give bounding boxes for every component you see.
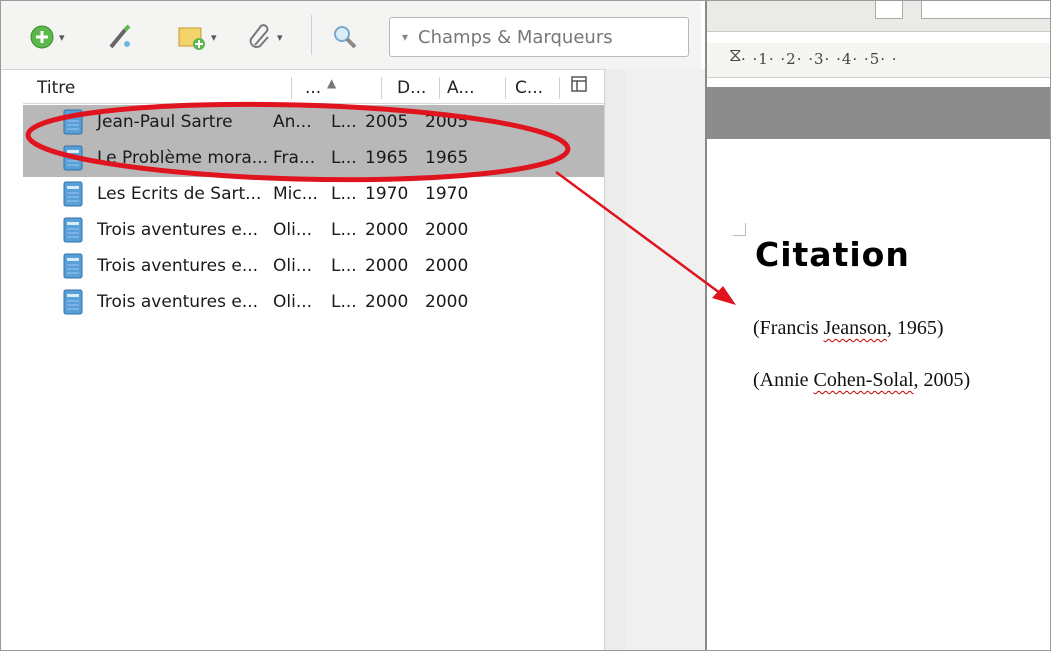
- magnifier-icon: [334, 26, 357, 49]
- cell-title: Les Ecrits de Sart...: [97, 184, 262, 204]
- cell-type: L...: [331, 220, 357, 240]
- ruler[interactable]: ⧖ · ·1· ·2· ·3· ·4· ·5· ·: [707, 43, 1050, 78]
- citation-line[interactable]: (Francis Jeanson, 1965): [753, 317, 944, 340]
- items-list: Jean-Paul Sartre An... L... 2005 2005 Le Prob…: [23, 105, 604, 321]
- citation-line[interactable]: (Annie Cohen-Solal, 2005): [753, 369, 970, 392]
- book-icon: [63, 217, 83, 243]
- book-icon: [63, 145, 83, 171]
- cell-title: Le Problème mora...: [97, 148, 268, 168]
- pane-splitter[interactable]: [625, 69, 705, 650]
- link-button[interactable]: ▾: [247, 21, 283, 53]
- book-icon: [63, 289, 83, 315]
- cell-type: L...: [331, 292, 357, 312]
- new-item-button[interactable]: ▾: [29, 21, 65, 53]
- cell-year: 2000: [425, 292, 469, 312]
- table-row[interactable]: Trois aventures e... Oli... L... 2000 2000: [23, 213, 604, 249]
- library-pane: ▾ ▾ ▾ ▾ Champs & Marqueurs Titre ... ▲ D…: [1, 1, 701, 650]
- margin-corner-mark: [733, 223, 746, 236]
- cell-date: 1970: [365, 184, 409, 204]
- book-icon: [63, 253, 83, 279]
- cell-type: L...: [331, 112, 357, 132]
- book-icon: [63, 109, 83, 135]
- paperclip-icon: [249, 24, 269, 49]
- image-add-icon: [178, 27, 205, 50]
- plus-circle-icon: [30, 25, 54, 49]
- column-title-header[interactable]: Titre: [37, 78, 75, 98]
- style-selector[interactable]: [921, 1, 1050, 19]
- table-row[interactable]: Trois aventures e... Oli... L... 2000 2000: [23, 249, 604, 285]
- cell-date: 1965: [365, 148, 409, 168]
- chevron-down-icon: ▾: [211, 30, 217, 44]
- column-divider[interactable]: [439, 77, 440, 99]
- column-divider[interactable]: [381, 77, 382, 99]
- document-toolbar: [707, 1, 1050, 32]
- table-row[interactable]: Les Ecrits de Sart... Mic... L... 1970 1970: [23, 177, 604, 213]
- cell-date: 2000: [365, 292, 409, 312]
- column-picker-icon[interactable]: [571, 76, 587, 97]
- cell-date: 2000: [365, 220, 409, 240]
- items-scrollbar[interactable]: [604, 69, 626, 650]
- cell-creator: Oli...: [273, 256, 313, 276]
- cell-year: 2005: [425, 112, 469, 132]
- cell-title: Trois aventures e...: [97, 256, 259, 276]
- column-divider[interactable]: [505, 77, 506, 99]
- cell-title: Jean-Paul Sartre: [97, 112, 233, 132]
- new-note-button[interactable]: [105, 21, 135, 53]
- cell-type: L...: [331, 148, 357, 168]
- window-frame: ▾ ▾ ▾ ▾ Champs & Marqueurs Titre ... ▲ D…: [0, 0, 1051, 651]
- page-margin-band: [707, 87, 1050, 139]
- sort-ascending-icon: ▲: [327, 76, 337, 90]
- citation-author: Cohen-Solal: [813, 369, 914, 391]
- column-divider[interactable]: [291, 77, 292, 99]
- table-row[interactable]: Le Problème mora... Fra... L... 1965 1965: [23, 141, 604, 177]
- citation-text: (Francis: [753, 317, 824, 339]
- table-row[interactable]: Jean-Paul Sartre An... L... 2005 2005: [23, 105, 604, 141]
- cell-creator: Fra...: [273, 148, 316, 168]
- table-row[interactable]: Trois aventures e... Oli... L... 2000 2000: [23, 285, 604, 321]
- cell-creator: An...: [273, 112, 312, 132]
- cell-year: 2000: [425, 256, 469, 276]
- column-date-header[interactable]: D...: [397, 78, 426, 98]
- citation-text: , 2005): [913, 369, 971, 391]
- cell-creator: Mic...: [273, 184, 318, 204]
- chevron-down-icon: ▾: [277, 30, 283, 44]
- cell-title: Trois aventures e...: [97, 292, 259, 312]
- column-creator-header[interactable]: ...: [305, 78, 321, 98]
- chevron-down-icon: ▾: [59, 30, 65, 44]
- cell-creator: Oli...: [273, 292, 313, 312]
- cell-year: 2000: [425, 220, 469, 240]
- search-mode-label: Champs & Marqueurs: [418, 26, 613, 48]
- column-divider[interactable]: [559, 77, 560, 99]
- chevron-down-icon[interactable]: ▾: [402, 30, 408, 44]
- cell-date: 2000: [365, 256, 409, 276]
- citation-heading: Citation: [755, 235, 910, 274]
- indent-marker-icon[interactable]: ⧖: [729, 45, 742, 66]
- citation-text: (Annie: [753, 369, 814, 391]
- cell-creator: Oli...: [273, 220, 313, 240]
- book-icon: [63, 181, 83, 207]
- cell-date: 2005: [365, 112, 409, 132]
- document-pane: ⧖ · ·1· ·2· ·3· ·4· ·5· · Citation (Fran…: [705, 1, 1050, 650]
- citation-author: Jeanson: [823, 317, 887, 339]
- column-header-row: Titre ... ▲ D... A... C...: [23, 73, 604, 104]
- search-mode-field[interactable]: ▾ Champs & Marqueurs: [389, 17, 689, 57]
- toolbar: ▾ ▾ ▾ ▾ Champs & Marqueurs: [1, 1, 701, 70]
- column-year-header[interactable]: A...: [447, 78, 475, 98]
- ruler-marks: · ·1· ·2· ·3· ·4· ·5· ·: [741, 50, 898, 68]
- cell-title: Trois aventures e...: [97, 220, 259, 240]
- cell-year: 1970: [425, 184, 469, 204]
- citation-text: , 1965): [886, 317, 944, 339]
- cell-year: 1965: [425, 148, 469, 168]
- search-button[interactable]: [331, 21, 359, 53]
- wand-icon: [109, 24, 131, 49]
- document-page[interactable]: Citation (Francis Jeanson, 1965) (Annie …: [707, 139, 1050, 650]
- add-attachment-button[interactable]: ▾: [177, 21, 217, 53]
- cell-type: L...: [331, 184, 357, 204]
- toolbar-control[interactable]: [875, 1, 903, 19]
- column-extra-header[interactable]: C...: [515, 78, 543, 98]
- toolbar-separator: [311, 15, 312, 55]
- cell-type: L...: [331, 256, 357, 276]
